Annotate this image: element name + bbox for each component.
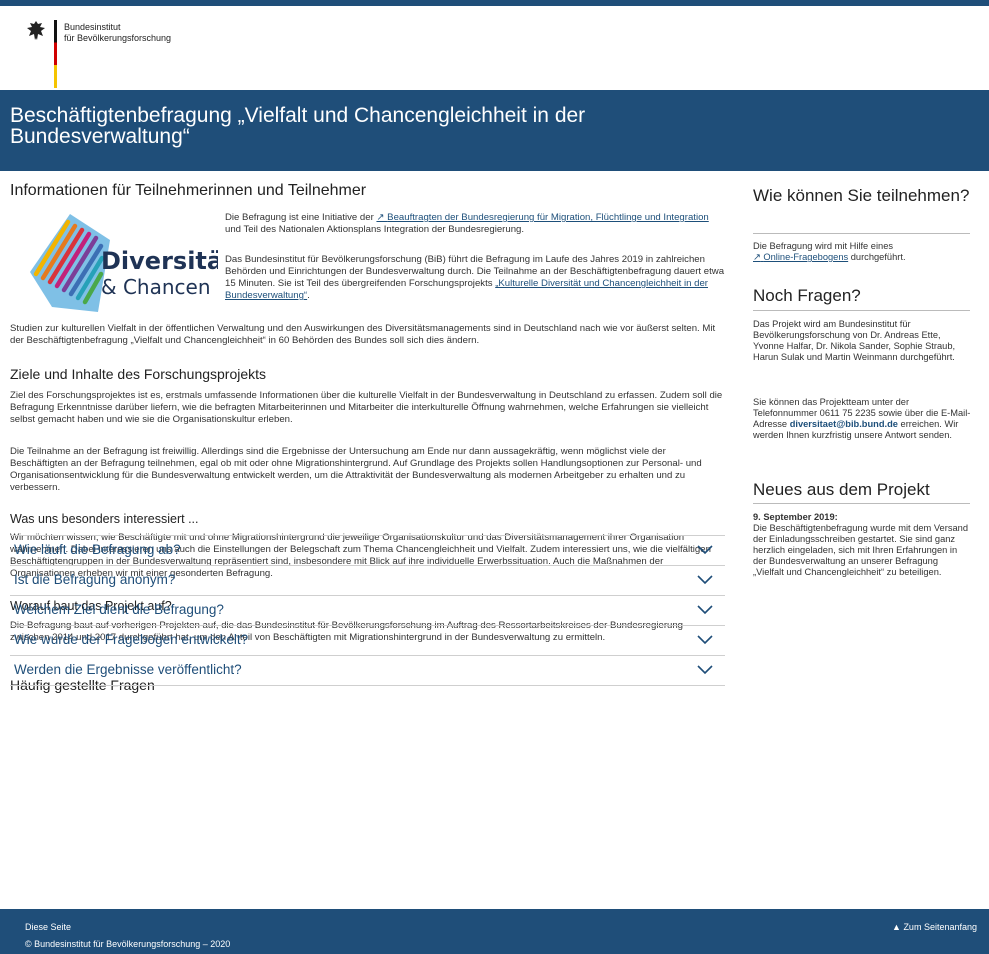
- news-heading: Neues aus dem Projekt: [753, 480, 930, 499]
- faq-item[interactable]: Werden die Ergebnisse veröffentlicht?: [10, 656, 725, 686]
- chevron-down-icon[interactable]: [697, 665, 713, 675]
- chevron-down-icon[interactable]: [697, 575, 713, 585]
- divider: [753, 503, 970, 504]
- questions-paragraph-1: Das Projekt wird am Bundesinstitut für B…: [753, 319, 956, 362]
- faq-list: Wie läuft die Befragung ab? Ist die Befr…: [10, 535, 725, 686]
- chevron-down-icon[interactable]: [697, 605, 713, 615]
- footer-copyright: © Bundesinstitut für Bevölkerungsforschu…: [25, 939, 231, 949]
- divider: [753, 310, 970, 311]
- external-link-icon: ↗: [376, 212, 385, 223]
- goals-heading: Ziele und Inhalte des Forschungsprojekts: [10, 366, 267, 382]
- faq-question: Werden die Ergebnisse veröffentlicht?: [14, 662, 242, 677]
- eagle-icon: [27, 21, 45, 40]
- top-bar: [0, 0, 989, 6]
- logo-word-diversitaet: Diversität: [101, 247, 218, 275]
- divider: [753, 233, 970, 234]
- news-date: 9. September 2019:: [753, 512, 838, 522]
- info-heading: Informationen für Teilnehmerinnen und Te…: [10, 182, 367, 199]
- intro-paragraph-2: Das Bundesinstitut für Bevölkerungsforsc…: [225, 254, 725, 301]
- questions-paragraph-2: Sie können das Projektteam unter der Tel…: [753, 397, 971, 440]
- intro-paragraph-1: Die Befragung ist eine Initiative der ↗ …: [225, 212, 709, 235]
- faq-item[interactable]: Welchem Ziel dient die Befragung?: [10, 596, 725, 626]
- faq-item[interactable]: Wie läuft die Befragung ab?: [10, 535, 725, 566]
- news-text: Die Beschäftigtenbefragung wurde mit dem…: [753, 523, 968, 577]
- link-online-fragebogen[interactable]: ↗ Online-Fragebogens: [753, 252, 848, 262]
- faq-question: Welchem Ziel dient die Befragung?: [14, 602, 224, 617]
- external-link-icon: ↗: [753, 252, 761, 262]
- faq-question: Wie läuft die Befragung ab?: [14, 542, 181, 557]
- goals-paragraph-1: Ziel des Forschungsprojektes ist es, ers…: [10, 390, 723, 425]
- chevron-down-icon[interactable]: [697, 635, 713, 645]
- chevron-down-icon[interactable]: [697, 545, 713, 555]
- interest-heading: Was uns besonders interessiert ...: [10, 512, 199, 526]
- link-beauftragte[interactable]: ↗ Beauftragten der Bundesregierung für M…: [376, 212, 708, 223]
- logo-word-chancen: & Chancen: [101, 275, 211, 299]
- page-title: Beschäftigtenbefragung „Vielfalt und Cha…: [10, 104, 586, 148]
- faq-item[interactable]: Ist die Befragung anonym?: [10, 566, 725, 596]
- participate-text: Die Befragung wird mit Hilfe eines ↗ Onli…: [753, 241, 906, 262]
- diversity-logo: Diversität & Chancen: [30, 214, 218, 312]
- back-to-top-link[interactable]: ▲ Zum Seitenanfang: [892, 922, 977, 932]
- intro-paragraph-3: Studien zur kulturellen Vielfalt in der …: [10, 323, 716, 346]
- flag-bar: [54, 20, 57, 88]
- footer-this-page: Diese Seite: [25, 922, 72, 932]
- faq-question: Ist die Befragung anonym?: [14, 572, 176, 587]
- email-link[interactable]: diversitaet@bib.bund.de: [790, 419, 898, 429]
- footer: Diese Seite © Bundesinstitut für Bevölke…: [0, 909, 989, 954]
- faq-question: Wie wurde der Fragebogen entwickelt?: [14, 632, 249, 647]
- participate-heading: Wie können Sie teilnehmen?: [753, 186, 970, 205]
- faq-item[interactable]: Wie wurde der Fragebogen entwickelt?: [10, 626, 725, 656]
- goals-paragraph-2: Die Teilnahme an der Befragung ist freiw…: [10, 446, 702, 493]
- institute-name: Bundesinstitut für Bevölkerungsforschung: [64, 22, 172, 43]
- questions-heading: Noch Fragen?: [753, 286, 861, 305]
- title-banner: Beschäftigtenbefragung „Vielfalt und Cha…: [0, 90, 989, 171]
